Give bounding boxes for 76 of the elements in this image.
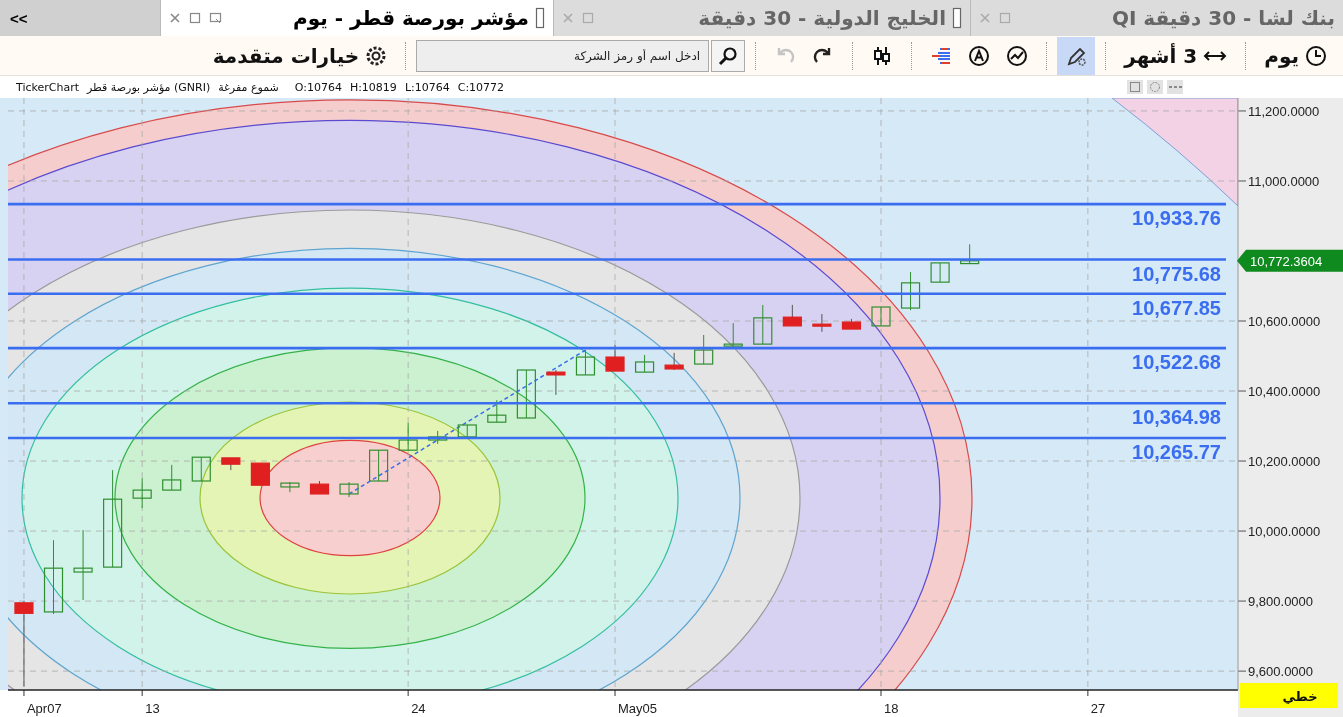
search-icon (718, 45, 739, 66)
candlestick (841, 318, 862, 330)
scale-type-button[interactable]: خطي (1240, 683, 1338, 708)
candlestick (812, 313, 832, 333)
circled-a-icon (968, 44, 991, 67)
candlestick (162, 464, 182, 491)
axis-label: 11,200.0000 (1248, 103, 1320, 119)
axis-label: May05 (618, 701, 658, 716)
candlestick (634, 354, 655, 373)
level-label: 10,265.77 (1132, 441, 1221, 463)
candlestick (723, 322, 743, 347)
period-button[interactable]: يوم (1256, 36, 1335, 75)
axis-label: 9,600.0000 (1248, 664, 1314, 680)
candlestick (339, 481, 359, 498)
close-icon[interactable] (169, 12, 181, 24)
candlestick (280, 481, 300, 493)
candlestick (546, 369, 566, 396)
candlestick (487, 399, 507, 423)
axis-label: 10,600.0000 (1248, 314, 1321, 329)
candlestick (398, 422, 418, 451)
axis-label: 10,000.0000 (1248, 524, 1321, 540)
collapse-button[interactable]: << (0, 0, 160, 36)
restore-icon[interactable] (209, 12, 223, 24)
candlestick (871, 306, 891, 327)
candlestick (605, 344, 625, 372)
candlestick (73, 529, 93, 601)
axis-label: 11,000.0000 (1248, 173, 1320, 189)
close-value: C:10772 (457, 80, 505, 94)
low-value: L:10764 (404, 80, 450, 94)
candlestick (753, 304, 773, 345)
axis-label: Apr07 (26, 701, 62, 716)
range-button[interactable]: 3 أشهر (1116, 36, 1236, 75)
candlestick (221, 457, 241, 471)
chart-style-label: شموع مفرغة (218, 80, 279, 94)
search-button[interactable] (711, 39, 746, 72)
candlestick (664, 352, 684, 371)
advanced-options-button[interactable]: خيارات متقدمة (204, 36, 396, 75)
double-arrow-icon (1203, 48, 1228, 63)
axis-label: 13 (145, 701, 160, 716)
candlestick (132, 477, 152, 509)
candlestick (516, 369, 536, 419)
candlestick (694, 334, 714, 365)
level-label: 10,364.98 (1132, 406, 1221, 429)
line-chart-icon (1006, 44, 1029, 67)
candlestick (191, 456, 211, 482)
drawing-tool-button[interactable] (1057, 36, 1096, 75)
candlestick (782, 304, 802, 327)
axis-label: 9,800.0000 (1248, 594, 1314, 610)
high-value: H:10819 (349, 80, 397, 94)
candlestick (369, 449, 389, 482)
candlestick (575, 349, 596, 376)
settings-icon[interactable] (1147, 80, 1163, 94)
candlestick (250, 462, 270, 486)
axis-label: 10,200.0000 (1248, 454, 1321, 470)
source-label: TickerChart (16, 80, 79, 94)
gear-icon (365, 44, 388, 67)
level-label: 10,933.76 (1132, 207, 1221, 230)
level-label: 10,775.68 (1132, 262, 1221, 285)
axis-label: 18 (884, 701, 899, 716)
maximize-icon[interactable] (189, 12, 201, 24)
candlestick (428, 430, 448, 445)
tab[interactable]: مؤشر بورصة قطر - يوم (160, 0, 553, 36)
candlestick (457, 424, 477, 438)
axis-label: 27 (1090, 701, 1106, 716)
level-label: 10,677.85 (1132, 296, 1221, 319)
candlestick (930, 262, 950, 283)
clock-icon (1305, 44, 1327, 67)
axis-label: 24 (411, 701, 426, 716)
axis-label: 10,400.0000 (1248, 384, 1321, 399)
open-value: O:10764 (294, 80, 342, 94)
maximize-icon[interactable] (1127, 80, 1143, 94)
candlestick (960, 243, 980, 265)
candlestick (309, 480, 330, 495)
symbol-label: مؤشر بورصة قطر (GNRI) (87, 80, 211, 94)
level-label: 10,522.68 (1132, 351, 1221, 374)
candlestick (900, 271, 921, 311)
